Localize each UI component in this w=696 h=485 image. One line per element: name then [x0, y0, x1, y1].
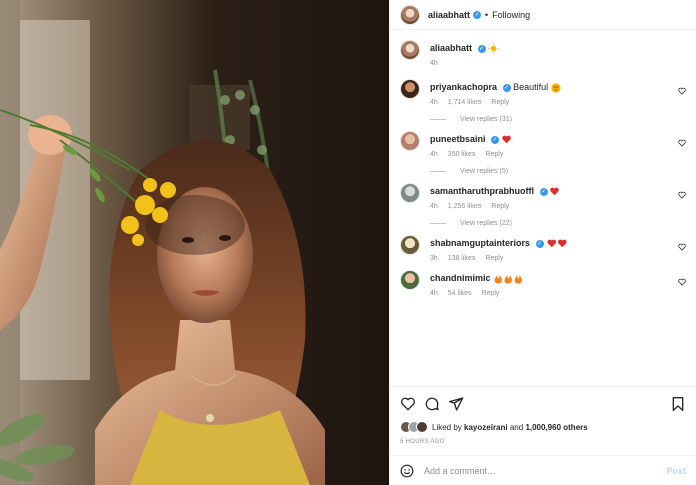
comment-avatar[interactable]: [400, 131, 420, 152]
liker-avatar[interactable]: [416, 421, 428, 433]
comment-avatar[interactable]: [400, 79, 420, 100]
replies-divider: [430, 223, 446, 225]
view-replies-button[interactable]: View replies (22): [430, 220, 686, 227]
verified-badge-icon: ✓: [477, 44, 486, 53]
post-comment-button[interactable]: Post: [666, 466, 686, 476]
separator-dot: •: [485, 9, 489, 20]
red-heart-emoji-icon: [501, 135, 511, 144]
like-comment-heart-icon[interactable]: [678, 139, 686, 147]
comment-text: Beautiful: [513, 82, 549, 93]
view-replies-button[interactable]: View replies (5): [430, 168, 686, 175]
comment-avatar[interactable]: [400, 183, 420, 204]
comment-time: 3h: [430, 255, 438, 263]
comment-time: 4h: [430, 99, 438, 107]
caption-username[interactable]: aliaabhatt: [430, 43, 472, 53]
comment-time: 4h: [430, 203, 438, 211]
comments-list[interactable]: aliaabhatt ✓ 4h priyankachopra ✓ Beautif…: [390, 30, 696, 386]
verified-badge-icon: ✓: [539, 187, 548, 196]
liked-by-prefix: Liked by: [432, 422, 462, 432]
posted-time: 5 HOURS AGO: [400, 439, 445, 445]
heart-eyes-emoji-icon: [551, 83, 561, 93]
comment-username[interactable]: shabnamguptainteriors: [430, 238, 530, 248]
liked-by-text: Liked by kayozeirani and 1,000,960 other…: [432, 423, 588, 432]
verified-badge-icon: ✓: [502, 83, 511, 92]
like-comment-heart-icon[interactable]: [678, 278, 686, 286]
comment-username[interactable]: priyankachopra: [430, 82, 497, 92]
view-replies-button[interactable]: View replies (31): [430, 116, 686, 123]
comment-item: shabnamguptainteriors ✓ 3h 138 likes Rep…: [400, 235, 686, 262]
liked-by-and: and: [509, 422, 524, 432]
caption-avatar[interactable]: [400, 40, 420, 60]
replies-divider: [430, 119, 446, 121]
replies-divider: [430, 171, 446, 173]
liked-by-row: Liked by kayozeirani and 1,000,960 other…: [400, 421, 686, 433]
following-button[interactable]: Following: [492, 10, 530, 20]
save-bookmark-icon[interactable]: [670, 396, 686, 412]
reply-button[interactable]: Reply: [482, 290, 500, 297]
comment-likes[interactable]: 1,256 likes: [448, 203, 481, 210]
comment-username[interactable]: samantharuthprabhuoffl: [430, 186, 534, 196]
emoji-smiley-icon[interactable]: [400, 464, 414, 478]
caption-time: 4h: [430, 60, 438, 68]
post-modal: aliaabhatt ✓ • Following aliaabhatt ✓ 4h: [0, 0, 696, 485]
post-photo[interactable]: [0, 0, 389, 485]
comment-likes[interactable]: 54 likes: [448, 290, 472, 297]
fire-emoji-icon: [494, 275, 522, 284]
comment-avatar[interactable]: [400, 270, 420, 291]
verified-badge-icon: ✓: [473, 10, 482, 19]
comment-avatar[interactable]: [400, 235, 420, 256]
sun-emoji-icon: [488, 43, 499, 54]
comment-likes[interactable]: 138 likes: [448, 255, 476, 262]
like-comment-heart-icon[interactable]: [678, 243, 686, 251]
reply-button[interactable]: Reply: [491, 203, 509, 210]
add-comment-row: Post: [390, 455, 696, 485]
reply-button[interactable]: Reply: [485, 151, 503, 158]
share-paper-plane-icon[interactable]: [448, 396, 464, 412]
action-icon-row: [400, 395, 686, 413]
reply-button[interactable]: Reply: [491, 99, 509, 106]
red-heart-emoji-icon: [550, 187, 559, 196]
comment-time: 4h: [430, 151, 438, 159]
like-comment-heart-icon[interactable]: [678, 191, 686, 199]
verified-badge-icon: ✓: [491, 135, 500, 144]
post-caption: aliaabhatt ✓ 4h: [400, 40, 686, 67]
post-side-panel: aliaabhatt ✓ • Following aliaabhatt ✓ 4h: [389, 0, 696, 485]
comment-username[interactable]: puneetbsaini: [430, 134, 486, 144]
comment-bubble-icon[interactable]: [424, 396, 440, 412]
view-replies-label: View replies (5): [460, 168, 509, 176]
add-comment-input[interactable]: [424, 465, 667, 476]
liked-by-user[interactable]: kayozeirani: [464, 423, 508, 432]
comment-likes[interactable]: 350 likes: [448, 151, 476, 158]
author-username[interactable]: aliaabhatt: [428, 10, 470, 20]
post-header: aliaabhatt ✓ • Following: [390, 0, 696, 30]
comment-time: 4h: [430, 290, 438, 298]
view-replies-label: View replies (22): [460, 220, 513, 228]
comment-item: puneetbsaini ✓ 4h 350 likes Reply View r…: [400, 131, 686, 175]
reply-button[interactable]: Reply: [485, 255, 503, 262]
comment-username[interactable]: chandnimimic: [430, 273, 491, 283]
like-comment-heart-icon[interactable]: [678, 87, 686, 95]
comment-item: priyankachopra ✓ Beautiful 4h 1,714 like…: [400, 79, 686, 123]
like-heart-icon[interactable]: [400, 396, 416, 412]
verified-badge-icon: ✓: [535, 239, 544, 248]
likes-count[interactable]: 1,000,960 others: [525, 423, 587, 432]
portrait-image: [0, 0, 389, 485]
post-actions: Liked by kayozeirani and 1,000,960 other…: [390, 386, 696, 445]
view-replies-label: View replies (31): [460, 116, 513, 124]
comment-item: samantharuthprabhuoffl ✓ 4h 1,256 likes …: [400, 183, 686, 227]
author-avatar[interactable]: [400, 4, 420, 25]
comment-likes[interactable]: 1,714 likes: [448, 99, 481, 106]
comment-item: chandnimimic 4h 54 likes Reply: [400, 270, 686, 297]
two-hearts-emoji-icon: [547, 239, 567, 248]
